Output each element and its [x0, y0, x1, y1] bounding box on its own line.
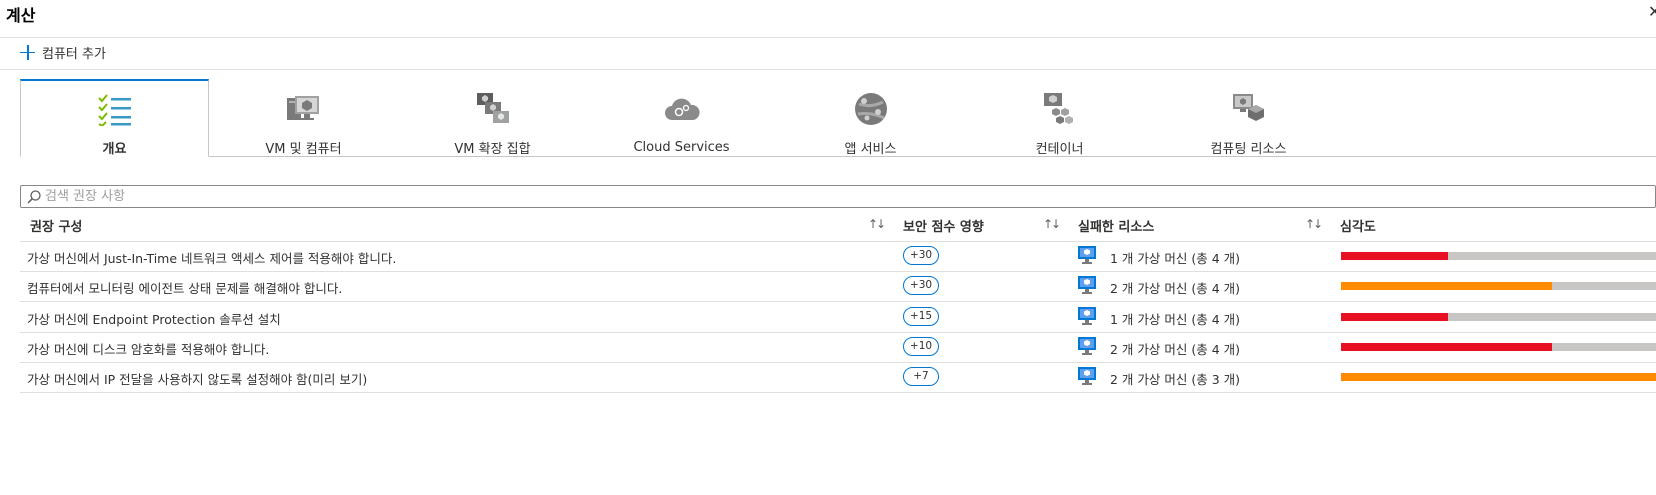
- toolbar-divider: [0, 69, 1656, 70]
- virtual-machine-icon: [1078, 276, 1096, 294]
- tab-label: VM 및 컴퓨터: [265, 142, 342, 157]
- recommendation-name[interactable]: 가상 머신에 Endpoint Protection 솔루션 설치: [27, 309, 281, 328]
- tab-vm-computers[interactable]: VM 및 컴퓨터: [209, 79, 398, 157]
- sort-arrows-icon[interactable]: ↑↓: [1305, 217, 1323, 231]
- tab-label: 앱 서비스: [844, 142, 897, 157]
- severity-bar: [1341, 252, 1656, 260]
- row-divider: [20, 392, 1656, 393]
- column-header-score-impact[interactable]: 보안 점수 영향: [903, 216, 984, 235]
- cloud-services-icon: [664, 92, 700, 128]
- tab-label: VM 확장 집합: [454, 142, 531, 157]
- recommendation-name[interactable]: 가상 머신에서 IP 전달을 사용하지 않도록 설정해야 함(미리 보기): [27, 369, 367, 388]
- header-divider: [0, 37, 1656, 38]
- add-computer-label: 컴퓨터 추가: [42, 46, 106, 62]
- recommendation-name[interactable]: 가상 머신에 디스크 암호화를 적용해야 합니다.: [27, 339, 269, 358]
- add-computer-button[interactable]: 컴퓨터 추가: [20, 43, 106, 62]
- search-icon: [27, 189, 41, 204]
- failed-resources-text: 1 개 가상 머신 (총 4 개): [1110, 312, 1240, 327]
- recommendation-name[interactable]: 컴퓨터에서 모니터링 에이전트 상태 문제를 해결해야 합니다.: [27, 278, 342, 297]
- table-row[interactable]: 가상 머신에서 IP 전달을 사용하지 않도록 설정해야 함(미리 보기) +7…: [20, 362, 1656, 392]
- severity-bar-fill: [1341, 373, 1656, 381]
- app-services-icon: [853, 92, 889, 126]
- severity-bar: [1341, 343, 1656, 351]
- severity-bar: [1341, 282, 1656, 290]
- sort-arrows-icon[interactable]: ↑↓: [1043, 217, 1061, 231]
- sort-arrows-icon[interactable]: ↑↓: [868, 217, 886, 231]
- tab-label: 컨테이너: [1035, 142, 1084, 157]
- tab-label: 컴퓨팅 리소스: [1210, 142, 1287, 157]
- tab-compute-resources[interactable]: 컴퓨팅 리소스: [1154, 79, 1343, 157]
- failed-resources-text: 2 개 가상 머신 (총 4 개): [1110, 281, 1240, 296]
- table-row[interactable]: 가상 머신에서 Just-In-Time 네트워크 액세스 제어를 적용해야 합…: [20, 241, 1656, 271]
- recommendation-name[interactable]: 가상 머신에서 Just-In-Time 네트워크 액세스 제어를 적용해야 합…: [27, 248, 396, 267]
- close-icon[interactable]: ✕: [1648, 2, 1656, 21]
- tab-strip: 개요 VM 및 컴퓨터 VM 확장 집합 Cloud Services 앱 서비…: [20, 79, 1656, 157]
- containers-icon: [1042, 92, 1078, 126]
- failed-resources-text: 2 개 가상 머신 (총 3 개): [1110, 372, 1240, 387]
- score-badge: +15: [903, 307, 939, 326]
- failed-resources-text: 2 개 가상 머신 (총 4 개): [1110, 342, 1240, 357]
- severity-bar-fill: [1341, 313, 1449, 321]
- score-badge: +7: [903, 367, 939, 386]
- tab-label: Cloud Services: [633, 140, 730, 155]
- plus-icon: [20, 44, 35, 60]
- virtual-machine-icon: [1078, 367, 1096, 385]
- column-header-severity[interactable]: 심각도: [1340, 216, 1376, 235]
- search-input[interactable]: [45, 189, 845, 204]
- tab-cloud-services[interactable]: Cloud Services: [587, 79, 776, 157]
- page-title: 계산: [6, 6, 36, 25]
- severity-bar: [1341, 373, 1656, 381]
- column-header-failed-resources[interactable]: 실패한 리소스: [1078, 216, 1154, 235]
- table-row[interactable]: 가상 머신에 디스크 암호화를 적용해야 합니다. +10 2 개 가상 머신 …: [20, 332, 1656, 362]
- tab-label: 개요: [102, 142, 127, 157]
- severity-bar-fill: [1341, 252, 1449, 260]
- score-badge: +30: [903, 276, 939, 295]
- tab-vm-scale-sets[interactable]: VM 확장 집합: [398, 79, 587, 157]
- tab-overview[interactable]: 개요: [20, 79, 209, 157]
- compute-resources-icon: [1231, 92, 1267, 126]
- failed-resources-text: 1 개 가상 머신 (총 4 개): [1110, 251, 1240, 266]
- search-box[interactable]: [20, 185, 1656, 208]
- vm-scale-set-icon: [475, 92, 511, 126]
- score-badge: +10: [903, 337, 939, 356]
- virtual-machine-icon: [1078, 307, 1096, 325]
- tab-app-services[interactable]: 앱 서비스: [776, 79, 965, 157]
- severity-bar-fill: [1341, 282, 1553, 290]
- severity-bar-fill: [1341, 343, 1553, 351]
- tab-containers[interactable]: 컨테이너: [965, 79, 1154, 157]
- virtual-machine-icon: [1078, 246, 1096, 264]
- virtual-machine-icon: [1078, 337, 1096, 355]
- table-row[interactable]: 가상 머신에 Endpoint Protection 솔루션 설치 +15 1 …: [20, 302, 1656, 332]
- column-header-recommendation[interactable]: 권장 구성: [30, 216, 82, 235]
- table-row[interactable]: 컴퓨터에서 모니터링 에이전트 상태 문제를 해결해야 합니다. +30 2 개…: [20, 271, 1656, 301]
- vm-computer-icon: [286, 92, 322, 126]
- list-check-icon: [97, 94, 133, 126]
- severity-bar: [1341, 313, 1656, 321]
- score-badge: +30: [903, 246, 939, 265]
